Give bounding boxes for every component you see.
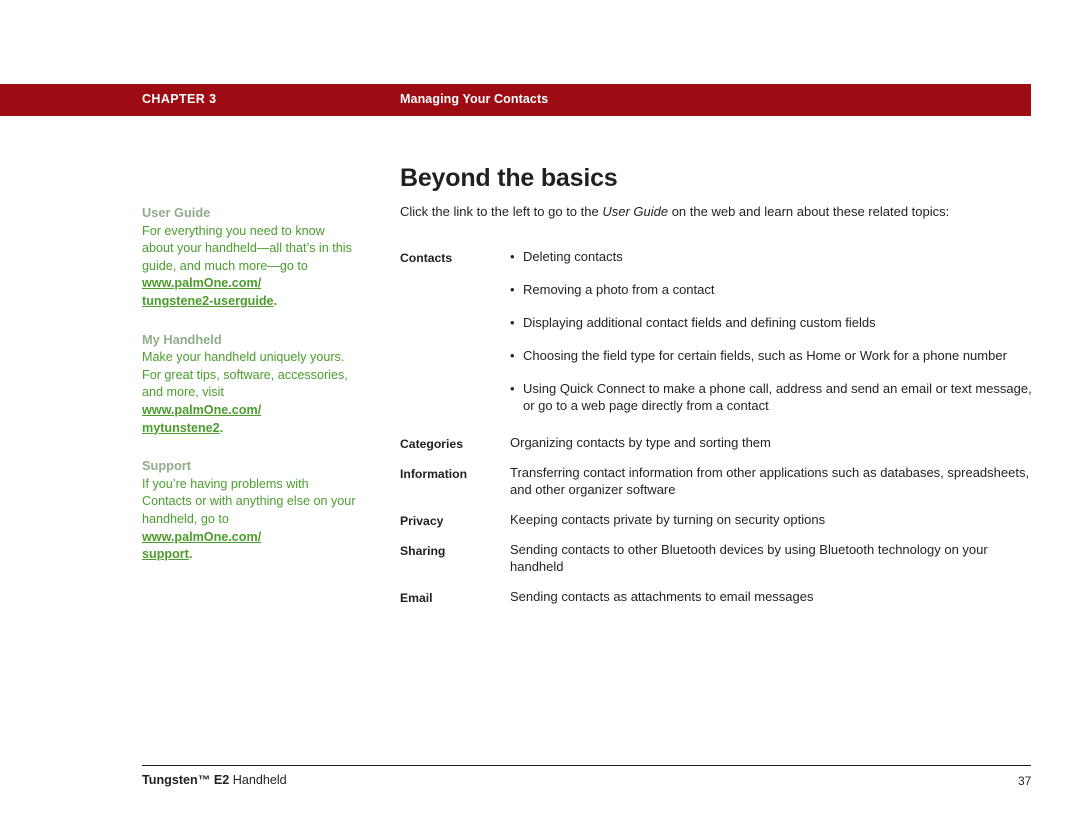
topic-content-categories: Organizing contacts by type and sorting … — [510, 435, 771, 450]
sidebar-link-line2-support: support — [142, 547, 189, 562]
page-number: 37 — [1018, 774, 1032, 788]
sidebar-link-line1-support: www.palmOne.com/ — [142, 529, 262, 544]
list-item: Displaying additional contact fields and… — [510, 314, 1040, 331]
topic-label-sharing: Sharing — [400, 544, 446, 558]
contacts-bullet-list: Deleting contacts Removing a photo from … — [510, 248, 1040, 414]
sidebar-heading-my-handheld: My Handheld — [142, 331, 222, 347]
sidebar-link-support[interactable]: www.palmOne.com/support — [142, 530, 261, 562]
topic-content-information: Transferring contact information from ot… — [510, 465, 1030, 497]
sidebar-body-text-my-handheld: Make your handheld uniquely yours. For g… — [142, 350, 348, 400]
sidebar-link-line1-my-handheld: www.palmOne.com/ — [142, 402, 262, 417]
list-item: Choosing the field type for certain fiel… — [510, 347, 1040, 364]
page-title: Beyond the basics — [400, 164, 618, 192]
sidebar-body-user-guide: For everything you need to know about yo… — [142, 223, 357, 311]
footer-product-rest: Handheld — [229, 773, 287, 787]
sidebar-body-text-support: If you’re having problems with Contacts … — [142, 476, 356, 526]
topic-content-email: Sending contacts as attachments to email… — [510, 589, 814, 604]
sidebar: User Guide For everything you need to kn… — [142, 204, 357, 584]
sidebar-body-support: If you’re having problems with Contacts … — [142, 476, 357, 564]
sidebar-link-line1-user-guide: www.palmOne.com/ — [142, 276, 262, 291]
sidebar-link-period-my-handheld: . — [219, 420, 224, 435]
topic-label-privacy: Privacy — [400, 514, 444, 528]
topic-row-contacts: Contacts Deleting contacts Removing a ph… — [400, 248, 1040, 414]
sidebar-link-period-user-guide: . — [273, 293, 278, 308]
sidebar-link-my-handheld[interactable]: www.palmOne.com/mytunstene2 — [142, 403, 261, 435]
footer-product-bold: Tungsten™ E2 — [142, 773, 230, 787]
chapter-label: CHAPTER 3 — [142, 92, 217, 106]
sidebar-link-line2-my-handheld: mytunstene2 — [142, 420, 220, 435]
footer-product-name: Tungsten™ E2 Handheld — [142, 773, 287, 787]
topic-row-privacy: Privacy Keeping contacts private by turn… — [400, 511, 1040, 528]
intro-after: on the web and learn about these related… — [668, 204, 950, 219]
chapter-title: Managing Your Contacts — [400, 92, 549, 106]
intro-paragraph: Click the link to the left to go to the … — [400, 203, 1040, 220]
topic-content-sharing: Sending contacts to other Bluetooth devi… — [510, 542, 988, 574]
sidebar-link-user-guide[interactable]: www.palmOne.com/tungstene2-userguide — [142, 276, 274, 308]
topic-row-categories: Categories Organizing contacts by type a… — [400, 434, 1040, 451]
sidebar-body-my-handheld: Make your handheld uniquely yours. For g… — [142, 349, 357, 437]
topics-list: Contacts Deleting contacts Removing a ph… — [400, 248, 1040, 605]
sidebar-link-period-support: . — [188, 547, 193, 562]
footer-divider — [142, 765, 1031, 766]
list-item: Deleting contacts — [510, 248, 1040, 265]
topic-label-categories: Categories — [400, 437, 463, 451]
sidebar-body-text-user-guide: For everything you need to know about yo… — [142, 223, 352, 273]
list-item: Using Quick Connect to make a phone call… — [510, 380, 1040, 414]
sidebar-heading-user-guide: User Guide — [142, 205, 211, 220]
intro-before: Click the link to the left to go to the — [400, 204, 603, 219]
sidebar-block-user-guide: User Guide For everything you need to kn… — [142, 204, 357, 311]
topic-row-email: Email Sending contacts as attachments to… — [400, 588, 1040, 605]
sidebar-heading-support: Support — [142, 458, 192, 474]
sidebar-link-line2-user-guide: tungstene2-userguide — [142, 293, 274, 308]
topic-label-information: Information — [400, 467, 468, 481]
sidebar-block-my-handheld: My Handheld Make your handheld uniquely … — [142, 331, 357, 438]
sidebar-block-support: Support If you’re having problems with C… — [142, 457, 357, 564]
topic-content-contacts: Deleting contacts Removing a photo from … — [510, 248, 1040, 414]
intro-user-guide-emphasis: User Guide — [602, 204, 669, 219]
topic-row-information: Information Transferring contact informa… — [400, 464, 1040, 498]
list-item: Removing a photo from a contact — [510, 281, 1040, 298]
topic-label-email: Email — [400, 591, 433, 605]
chapter-header-band: CHAPTER 3 Managing Your Contacts — [0, 84, 1031, 116]
topic-content-privacy: Keeping contacts private by turning on s… — [510, 512, 826, 527]
topic-label-contacts: Contacts — [400, 251, 453, 265]
topic-row-sharing: Sharing Sending contacts to other Blueto… — [400, 541, 1040, 575]
